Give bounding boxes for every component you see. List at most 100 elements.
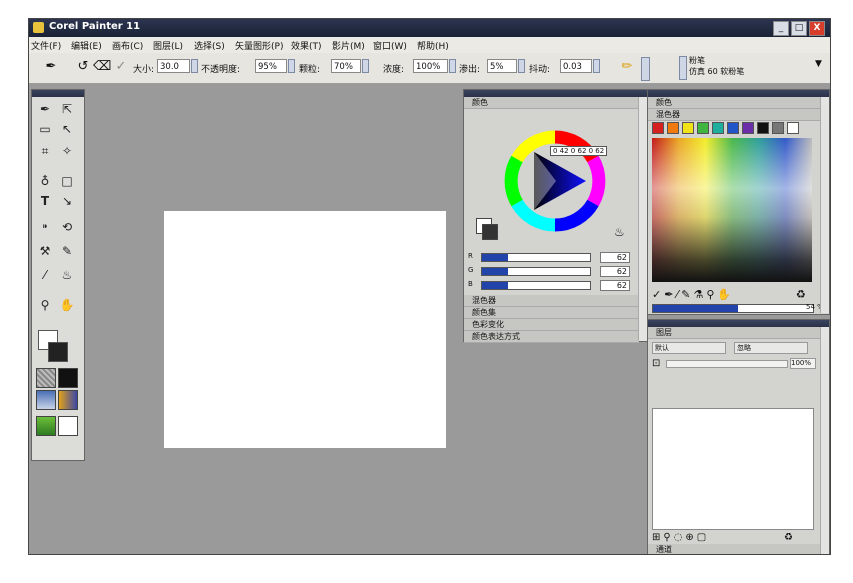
layers-list[interactable] xyxy=(652,408,814,530)
slider-g[interactable] xyxy=(481,267,591,276)
look-selector-icon[interactable] xyxy=(58,416,78,436)
jitter-field[interactable]: 0.03 xyxy=(560,59,592,73)
clone-color-icon[interactable]: ♨ xyxy=(614,225,625,239)
eyedropper-icon[interactable]: ⁄ xyxy=(36,266,54,284)
mixer-swatch[interactable] xyxy=(667,122,679,134)
brush-ghost-icon[interactable]: ⌫ xyxy=(93,59,111,75)
mixer-trash-icon[interactable]: ♻ xyxy=(796,288,806,301)
nozzle-selector-icon[interactable] xyxy=(36,416,56,436)
grain-spinner[interactable] xyxy=(362,59,369,73)
layer-actions-icon[interactable]: ⊞⚲◌⊕▢ xyxy=(652,532,709,543)
menu-help[interactable]: 帮助(H) xyxy=(417,39,449,52)
text-icon[interactable]: T xyxy=(36,192,54,210)
paint-bucket-icon[interactable]: ♨ xyxy=(58,266,76,284)
color-panel-title[interactable]: 颜色 xyxy=(464,97,647,109)
brush-selector-icon[interactable]: ✏ xyxy=(619,59,635,75)
bleed-spinner[interactable] xyxy=(518,59,525,73)
close-button[interactable]: X xyxy=(809,21,825,36)
shape-selection-icon[interactable]: ↘ xyxy=(58,192,76,210)
brush-icon[interactable]: ✒ xyxy=(43,59,59,75)
mixer-swatch[interactable] xyxy=(697,122,709,134)
brush-variant[interactable]: 仿真 60 软粉笔 xyxy=(689,66,744,77)
menu-select[interactable]: 选择(S) xyxy=(194,39,225,52)
menu-file[interactable]: 文件(F) xyxy=(31,39,61,52)
slider-r-value[interactable]: 62 xyxy=(600,252,630,263)
layer-lock-icon[interactable]: ⊡ xyxy=(652,358,660,369)
mixer-tools-icon[interactable]: ✓✒⁄✎⚗⚲✋ xyxy=(652,288,734,301)
mixer-panel-title[interactable]: 颜色 xyxy=(648,97,829,109)
color-panel-scrollbar[interactable] xyxy=(638,97,647,341)
mixer-swatch[interactable] xyxy=(682,122,694,134)
grabber-icon[interactable]: ✋ xyxy=(58,296,76,314)
menu-edit[interactable]: 编辑(E) xyxy=(71,39,102,52)
weaving-selector-icon[interactable] xyxy=(58,390,78,410)
layer-opacity-value[interactable]: 100% xyxy=(790,358,816,369)
main-color-swatch[interactable] xyxy=(48,342,68,362)
opacity-spinner[interactable] xyxy=(288,59,295,73)
mixer-swatch[interactable] xyxy=(757,122,769,134)
resaturation-field[interactable]: 100% xyxy=(413,59,448,73)
canvas[interactable] xyxy=(164,211,446,448)
menu-window[interactable]: 窗口(W) xyxy=(373,39,407,52)
section-color-expression[interactable]: 颜色表达方式 xyxy=(464,331,639,343)
slider-b[interactable] xyxy=(481,281,591,290)
pen-icon[interactable]: ✎ xyxy=(58,242,76,260)
mixer-zoom-slider[interactable] xyxy=(652,304,814,313)
menu-effects[interactable]: 效果(T) xyxy=(291,39,322,52)
size-spinner[interactable] xyxy=(191,59,198,73)
bleed-field[interactable]: 5% xyxy=(487,59,517,73)
brush-dropdown-icon[interactable]: ▼ xyxy=(815,59,822,69)
mixer-swatch[interactable] xyxy=(787,122,799,134)
menu-layers[interactable]: 图层(L) xyxy=(153,39,183,52)
mixer-pad[interactable] xyxy=(652,138,812,282)
composite-depth-select[interactable]: 忽略 xyxy=(734,342,808,354)
jitter-spinner[interactable] xyxy=(593,59,600,73)
brush-tool-icon[interactable]: ✒ xyxy=(36,100,54,118)
brush-selector-toggle[interactable] xyxy=(641,57,650,81)
mixer-swatch[interactable] xyxy=(712,122,724,134)
dropper-icon[interactable]: ⁍ xyxy=(36,218,54,236)
magnifier-icon[interactable]: ⚲ xyxy=(36,296,54,314)
rubber-stamp-icon[interactable]: ⚒ xyxy=(36,242,54,260)
gradient-selector-icon[interactable] xyxy=(58,368,78,388)
mixer-swatch[interactable] xyxy=(772,122,784,134)
brush-category[interactable]: 粉笔 xyxy=(689,55,705,66)
menu-shapes[interactable]: 矢量图形(P) xyxy=(235,39,283,52)
rectangle-select-icon[interactable]: ▭ xyxy=(36,120,54,138)
shape-icon[interactable]: □ xyxy=(58,172,76,190)
section-color-variability[interactable]: 色彩变化 xyxy=(464,319,639,331)
maximize-button[interactable]: □ xyxy=(791,21,807,36)
menu-canvas[interactable]: 画布(C) xyxy=(112,39,143,52)
size-field[interactable]: 30.0 xyxy=(157,59,190,73)
magic-wand-icon[interactable]: ✧ xyxy=(58,142,76,160)
check-icon[interactable]: ✓ xyxy=(113,59,129,75)
lasso-icon[interactable]: ♁ xyxy=(36,172,54,190)
mixer-panel-scrollbar[interactable] xyxy=(820,97,829,313)
layer-delete-icon[interactable]: ♻ xyxy=(784,532,793,543)
grain-field[interactable]: 70% xyxy=(331,59,361,73)
channels-title[interactable]: 通道 xyxy=(648,544,828,554)
color-main-swatch[interactable] xyxy=(482,224,498,240)
brush-variant-toggle[interactable] xyxy=(679,56,687,80)
composite-method-select[interactable]: 默认 xyxy=(652,342,726,354)
layer-opacity-slider[interactable] xyxy=(666,360,788,368)
minimize-button[interactable]: _ xyxy=(773,21,789,36)
mixer-swatch[interactable] xyxy=(742,122,754,134)
opacity-field[interactable]: 95% xyxy=(255,59,287,73)
section-mixer[interactable]: 混色器 xyxy=(464,295,639,307)
mixer-panel-subtitle[interactable]: 混色器 xyxy=(648,109,829,121)
reset-tool-icon[interactable]: ↺ xyxy=(75,59,91,75)
layers-panel-title[interactable]: 图层 xyxy=(648,327,829,339)
layers-panel-scrollbar[interactable] xyxy=(820,327,829,554)
menu-movie[interactable]: 影片(M) xyxy=(332,39,365,52)
crop-icon[interactable]: ⌗ xyxy=(36,142,54,160)
section-color-sets[interactable]: 颜色集 xyxy=(464,307,639,319)
cloner-icon[interactable]: ⟲ xyxy=(58,218,76,236)
layer-adjuster-icon[interactable]: ⇱ xyxy=(58,100,76,118)
pattern-selector-icon[interactable] xyxy=(36,390,56,410)
mixer-swatch[interactable] xyxy=(652,122,664,134)
mixer-swatch[interactable] xyxy=(727,122,739,134)
slider-b-value[interactable]: 62 xyxy=(600,280,630,291)
paper-selector-icon[interactable] xyxy=(36,368,56,388)
transform-icon[interactable]: ↖ xyxy=(58,120,76,138)
